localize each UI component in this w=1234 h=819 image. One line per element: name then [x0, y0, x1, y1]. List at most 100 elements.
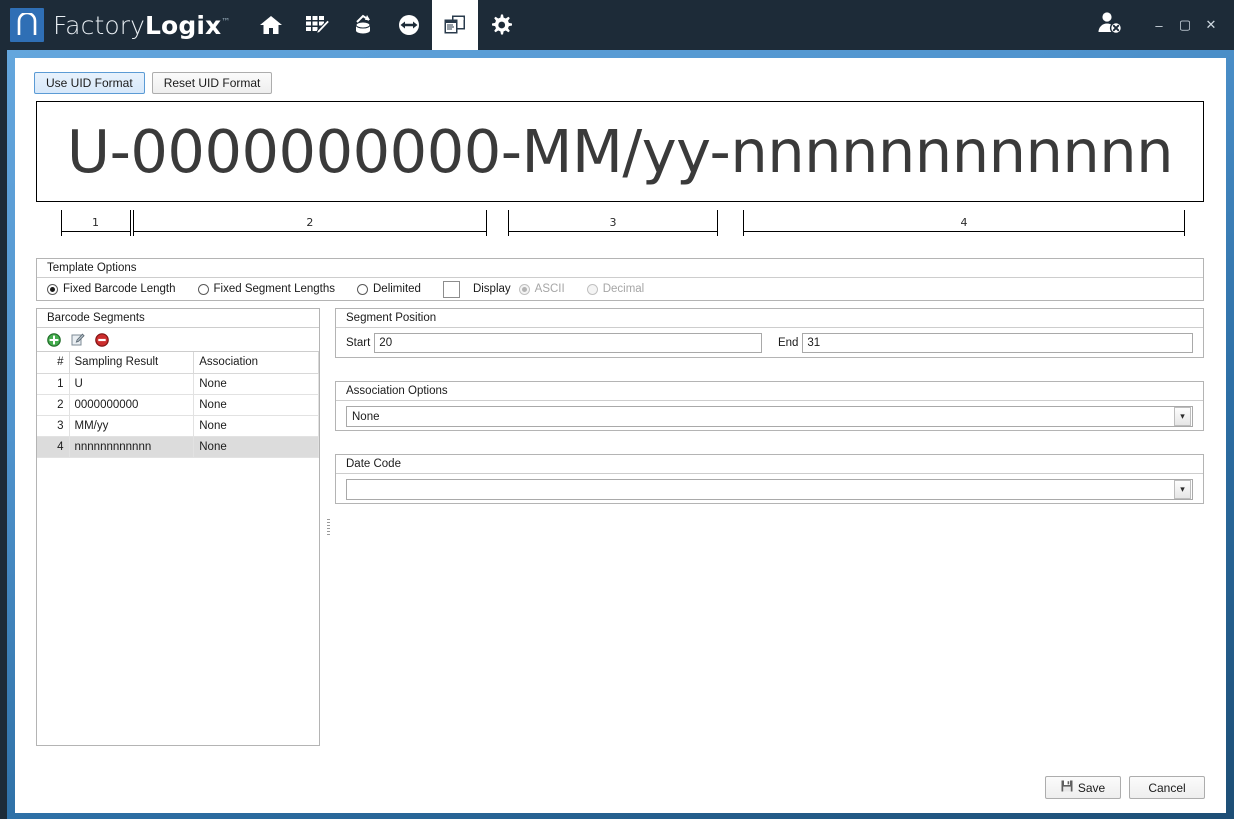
ruler-segment-3: 3: [508, 210, 718, 236]
column-association[interactable]: Association: [194, 352, 319, 373]
nav-gear-icon[interactable]: [478, 0, 524, 50]
maximize-button[interactable]: ▢: [1172, 12, 1198, 38]
save-button[interactable]: Save: [1045, 776, 1121, 799]
use-uid-format-button[interactable]: Use UID Format: [34, 72, 145, 94]
row-association: None: [194, 436, 319, 457]
delete-segment-icon[interactable]: [95, 333, 109, 347]
ruler-segment-1: 1: [61, 210, 131, 236]
table-row[interactable]: 3 MM/yy None: [37, 415, 319, 436]
segment-position-group: Segment Position Start 20 End 31: [335, 308, 1204, 358]
chevron-down-icon[interactable]: ▾: [1174, 480, 1191, 499]
splitter-grip: [327, 519, 330, 535]
radio-fixed-barcode-length-label: Fixed Barcode Length: [63, 283, 176, 295]
barcode-segments-title: Barcode Segments: [37, 309, 319, 328]
date-code-combo-wrap: ▾: [336, 474, 1203, 500]
radio-fixed-barcode-length[interactable]: Fixed Barcode Length: [47, 283, 176, 295]
user-logout-icon[interactable]: [1094, 10, 1124, 41]
start-input[interactable]: 20: [374, 333, 762, 353]
nav-windows-panel-icon[interactable]: [432, 0, 478, 50]
segments-table-header-row: # Sampling Result Association: [37, 352, 319, 373]
ruler-segment-4: 4: [743, 210, 1186, 236]
row-index: 4: [37, 436, 69, 457]
table-row[interactable]: 1 U None: [37, 373, 319, 394]
radio-delimited-marker: [357, 284, 368, 295]
start-label: Start: [346, 337, 370, 349]
save-button-label: Save: [1078, 781, 1105, 795]
segment-ruler: 12 3 4: [36, 210, 1204, 238]
trademark-mark: ™: [221, 17, 230, 27]
segments-table-body: 1 U None 2 0000000000 None 3 MM/yy None …: [37, 373, 319, 457]
nav-home-icon[interactable]: [248, 0, 294, 50]
minimize-button[interactable]: –: [1146, 12, 1172, 38]
n-logo-icon: [10, 8, 44, 42]
barcode-preview-box[interactable]: U-0000000000-MM/yy-nnnnnnnnnnnn: [36, 101, 1204, 202]
template-options-row: Fixed Barcode Length Fixed Segment Lengt…: [37, 278, 1203, 300]
template-options-group: Template Options Fixed Barcode Length Fi…: [36, 258, 1204, 301]
radio-display-decimal: Decimal: [587, 283, 645, 295]
ruler-span-line: [133, 231, 487, 232]
segment-position-title: Segment Position: [336, 309, 1203, 328]
close-button[interactable]: ✕: [1198, 12, 1224, 38]
brand-first: Factory: [53, 11, 145, 40]
row-sampling-result: U: [69, 373, 194, 394]
radio-fixed-barcode-length-marker: [47, 284, 58, 295]
association-options-select[interactable]: None ▾: [346, 406, 1193, 427]
ruler-span-line: [61, 231, 131, 232]
ruler-segment-number: 3: [508, 216, 718, 229]
reset-uid-format-button[interactable]: Reset UID Format: [152, 72, 273, 94]
add-segment-icon[interactable]: [47, 333, 61, 347]
radio-display-ascii: ASCII: [519, 283, 565, 295]
date-code-select[interactable]: ▾: [346, 479, 1193, 500]
ruler-segment-2: 2: [133, 210, 487, 236]
end-input[interactable]: 31: [802, 333, 1193, 353]
column-sampling-result[interactable]: Sampling Result: [69, 352, 194, 373]
chevron-down-icon[interactable]: ▾: [1174, 407, 1191, 426]
row-association: None: [194, 415, 319, 436]
window-controls: – ▢ ✕: [1094, 0, 1234, 50]
radio-delimited[interactable]: Delimited: [357, 283, 421, 295]
nav-navigation-compass-icon[interactable]: [386, 0, 432, 50]
brand-second: Logix: [145, 11, 221, 40]
panel-splitter[interactable]: [324, 308, 332, 746]
display-label: Display: [473, 283, 511, 295]
window-frame: Use UID Format Reset UID Format U-000000…: [7, 50, 1234, 819]
segment-position-row: Start 20 End 31: [336, 328, 1203, 357]
delimiter-input[interactable]: [443, 281, 460, 298]
date-code-group: Date Code ▾: [335, 454, 1204, 504]
row-index: 2: [37, 394, 69, 415]
barcode-template-text: U-0000000000-MM/yy-nnnnnnnnnnnn: [67, 117, 1173, 186]
radio-display-ascii-label: ASCII: [535, 283, 565, 295]
table-row[interactable]: 4 nnnnnnnnnnnn None: [37, 436, 319, 457]
end-label: End: [778, 337, 798, 349]
association-options-title: Association Options: [336, 382, 1203, 401]
footer-buttons: Save Cancel: [1045, 776, 1205, 799]
date-code-title: Date Code: [336, 455, 1203, 474]
uid-format-toolbar: Use UID Format Reset UID Format: [34, 72, 272, 94]
row-sampling-result: nnnnnnnnnnnn: [69, 436, 194, 457]
row-association: None: [194, 394, 319, 415]
row-index: 1: [37, 373, 69, 394]
radio-delimited-label: Delimited: [373, 283, 421, 295]
radio-fixed-segment-lengths-marker: [198, 284, 209, 295]
segments-table[interactable]: # Sampling Result Association 1 U None 2…: [37, 352, 319, 458]
row-sampling-result: 0000000000: [69, 394, 194, 415]
title-bar: FactoryLogix™: [0, 0, 1234, 50]
ruler-segment-number: 4: [743, 216, 1186, 229]
radio-fixed-segment-lengths[interactable]: Fixed Segment Lengths: [198, 283, 335, 295]
table-row[interactable]: 2 0000000000 None: [37, 394, 319, 415]
content-area: Use UID Format Reset UID Format U-000000…: [15, 58, 1226, 813]
nav-database-stack-icon[interactable]: [340, 0, 386, 50]
ruler-segment-number: 1: [61, 216, 131, 229]
nav-grid-edit-icon[interactable]: [294, 0, 340, 50]
row-association: None: [194, 373, 319, 394]
row-sampling-result: MM/yy: [69, 415, 194, 436]
radio-display-ascii-marker: [519, 284, 530, 295]
floppy-save-icon: [1061, 780, 1073, 795]
segment-tools: [37, 328, 319, 352]
edit-segment-icon[interactable]: [71, 333, 85, 347]
ruler-span-line: [743, 231, 1186, 232]
template-options-title: Template Options: [37, 259, 1203, 278]
association-combo-wrap: None ▾: [336, 401, 1203, 427]
cancel-button[interactable]: Cancel: [1129, 776, 1205, 799]
column-index[interactable]: #: [37, 352, 69, 373]
